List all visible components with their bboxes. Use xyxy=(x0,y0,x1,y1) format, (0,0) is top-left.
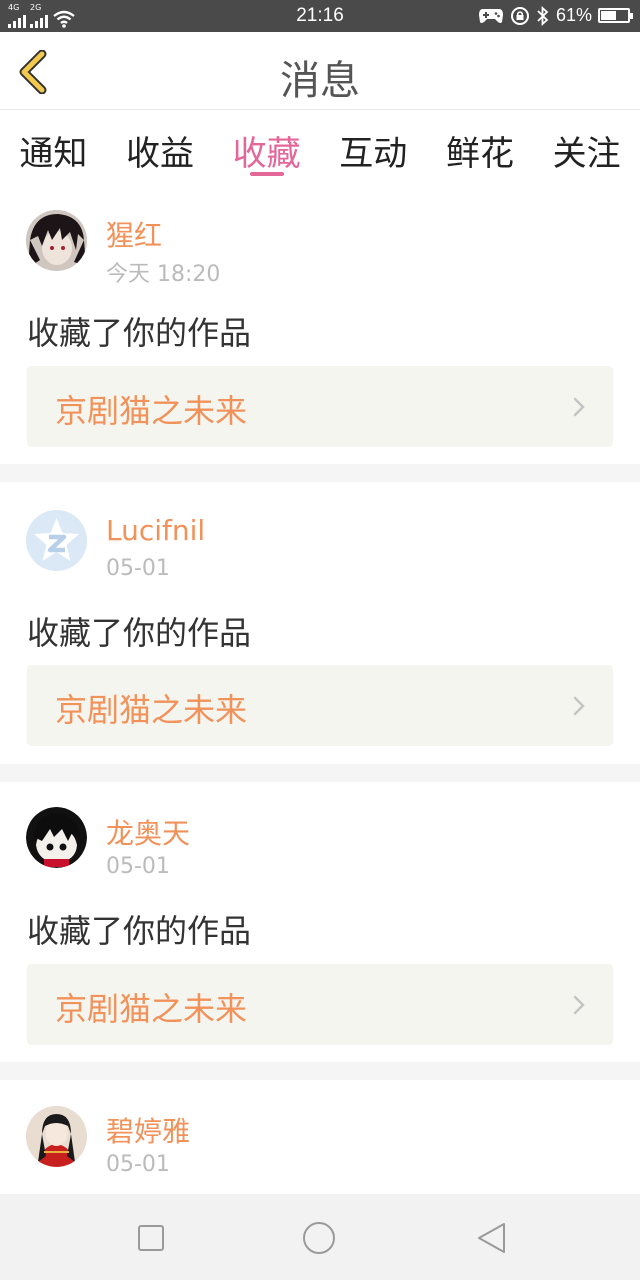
avatar[interactable] xyxy=(26,1106,87,1167)
active-tab-indicator xyxy=(249,172,284,176)
battery-percent: 61% xyxy=(555,5,592,25)
tab-label: 互动 xyxy=(339,134,408,174)
chevron-right-icon xyxy=(573,696,585,716)
tab-label: 关注 xyxy=(552,134,621,174)
user-name[interactable]: 猩红 xyxy=(106,214,162,254)
tab-label: 收藏 xyxy=(232,134,301,174)
tab-interaction[interactable]: 互动 xyxy=(320,110,426,190)
work-link[interactable]: 京剧猫之未来 xyxy=(27,964,613,1045)
page-title: 消息 xyxy=(280,58,360,104)
work-title: 京剧猫之未来 xyxy=(55,691,248,729)
message-card: 猩红 今天 18:20 收藏了你的作品 京剧猫之未来 xyxy=(0,190,640,464)
message-time: 05-01 xyxy=(106,854,170,879)
tab-follow[interactable]: 关注 xyxy=(534,110,640,190)
qzone-star-icon xyxy=(26,510,87,571)
costume-girl-icon xyxy=(26,1106,87,1167)
avatar[interactable] xyxy=(26,210,87,271)
back-nav-icon[interactable] xyxy=(474,1221,508,1255)
message-action-text: 收藏了你的作品 xyxy=(27,314,252,352)
chevron-right-icon xyxy=(573,397,585,417)
battery-level-fill xyxy=(601,11,617,20)
card-divider xyxy=(0,464,640,482)
work-title: 京剧猫之未来 xyxy=(55,990,248,1028)
gamepad-icon xyxy=(478,8,503,23)
user-name[interactable]: 龙奥天 xyxy=(106,812,190,852)
tab-label: 鲜花 xyxy=(445,134,514,174)
bluetooth-icon xyxy=(537,5,549,26)
recent-apps-icon[interactable] xyxy=(134,1221,168,1255)
avatar[interactable] xyxy=(26,510,87,571)
message-time: 今天 18:20 xyxy=(106,262,221,287)
message-card: 碧婷雅 05-01 xyxy=(0,1080,640,1194)
app-header: 消息 xyxy=(0,32,640,110)
message-tabs: 通知 收益 收藏 互动 鲜花 关注 xyxy=(0,110,640,190)
tab-favorites[interactable]: 收藏 xyxy=(214,110,320,190)
dark-hair-avatar-icon xyxy=(26,210,87,271)
message-action-text: 收藏了你的作品 xyxy=(27,912,252,950)
cartoon-boy-icon xyxy=(26,807,87,868)
tab-notice[interactable]: 通知 xyxy=(0,110,106,190)
avatar[interactable] xyxy=(26,807,87,868)
chevron-right-icon xyxy=(573,995,585,1015)
system-navigation-bar xyxy=(0,1194,640,1280)
home-icon[interactable] xyxy=(302,1221,336,1255)
rotation-lock-icon xyxy=(510,6,529,25)
status-right-icons: 61% xyxy=(478,5,633,26)
tab-flowers[interactable]: 鲜花 xyxy=(427,110,533,190)
card-divider xyxy=(0,1062,640,1080)
tab-label: 收益 xyxy=(125,134,194,174)
tab-earnings[interactable]: 收益 xyxy=(107,110,213,190)
battery-icon xyxy=(598,8,633,23)
message-action-text: 收藏了你的作品 xyxy=(27,614,252,652)
message-card: Lucifnil 05-01 收藏了你的作品 京剧猫之未来 xyxy=(0,482,640,764)
work-title: 京剧猫之未来 xyxy=(55,392,248,430)
user-name[interactable]: Lucifnil xyxy=(106,514,205,547)
status-bar: 4G 2G 21:16 61% xyxy=(0,0,640,32)
message-time: 05-01 xyxy=(106,556,170,581)
work-link[interactable]: 京剧猫之未来 xyxy=(27,665,613,746)
tab-label: 通知 xyxy=(19,134,88,174)
work-link[interactable]: 京剧猫之未来 xyxy=(27,366,613,447)
card-divider xyxy=(0,764,640,782)
message-card: 龙奥天 05-01 收藏了你的作品 京剧猫之未来 xyxy=(0,782,640,1062)
message-time: 05-01 xyxy=(106,1152,170,1177)
user-name[interactable]: 碧婷雅 xyxy=(106,1110,190,1150)
